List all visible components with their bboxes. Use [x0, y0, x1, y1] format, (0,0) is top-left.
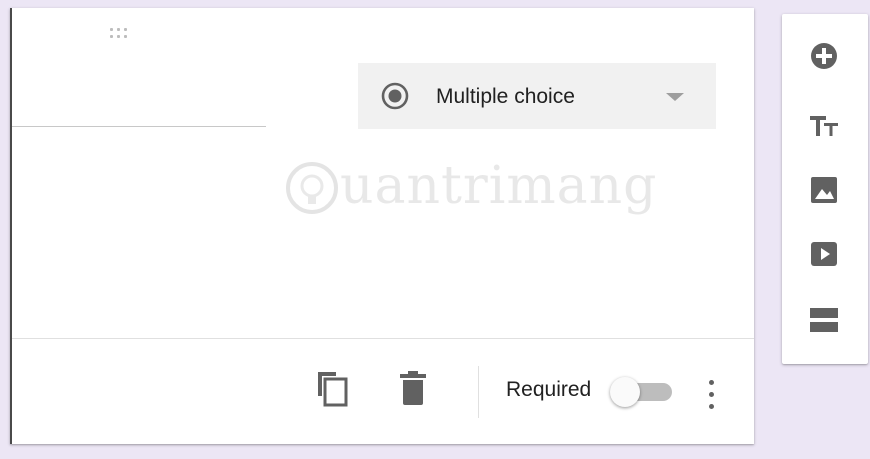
trash-icon[interactable]	[398, 370, 428, 406]
side-toolbar	[782, 14, 868, 364]
question-title-input[interactable]	[12, 126, 266, 127]
radio-checked-icon	[381, 82, 409, 110]
copy-icon[interactable]	[312, 368, 352, 408]
question-type-label: Multiple choice	[436, 85, 575, 108]
add-circle-icon[interactable]	[806, 38, 842, 74]
image-icon[interactable]	[806, 172, 842, 208]
more-vert-icon[interactable]	[702, 378, 722, 414]
dropdown-arrow-icon	[666, 93, 684, 101]
question-type-select[interactable]: Multiple choice	[358, 63, 716, 129]
question-card[interactable]: Multiple choice uantrimang Required	[10, 8, 754, 444]
watermark-text: uantrimang	[340, 156, 658, 216]
title-icon[interactable]	[806, 108, 842, 144]
footer-separator	[478, 366, 479, 418]
section-icon[interactable]	[806, 302, 842, 338]
toggle-thumb	[610, 377, 640, 407]
drag-handle-icon[interactable]	[110, 28, 136, 42]
required-toggle[interactable]	[608, 376, 674, 408]
footer-divider	[12, 338, 754, 339]
watermark-bulb-icon	[286, 162, 338, 214]
required-label: Required	[506, 378, 592, 401]
video-icon[interactable]	[806, 236, 842, 272]
watermark: uantrimang	[282, 150, 662, 230]
